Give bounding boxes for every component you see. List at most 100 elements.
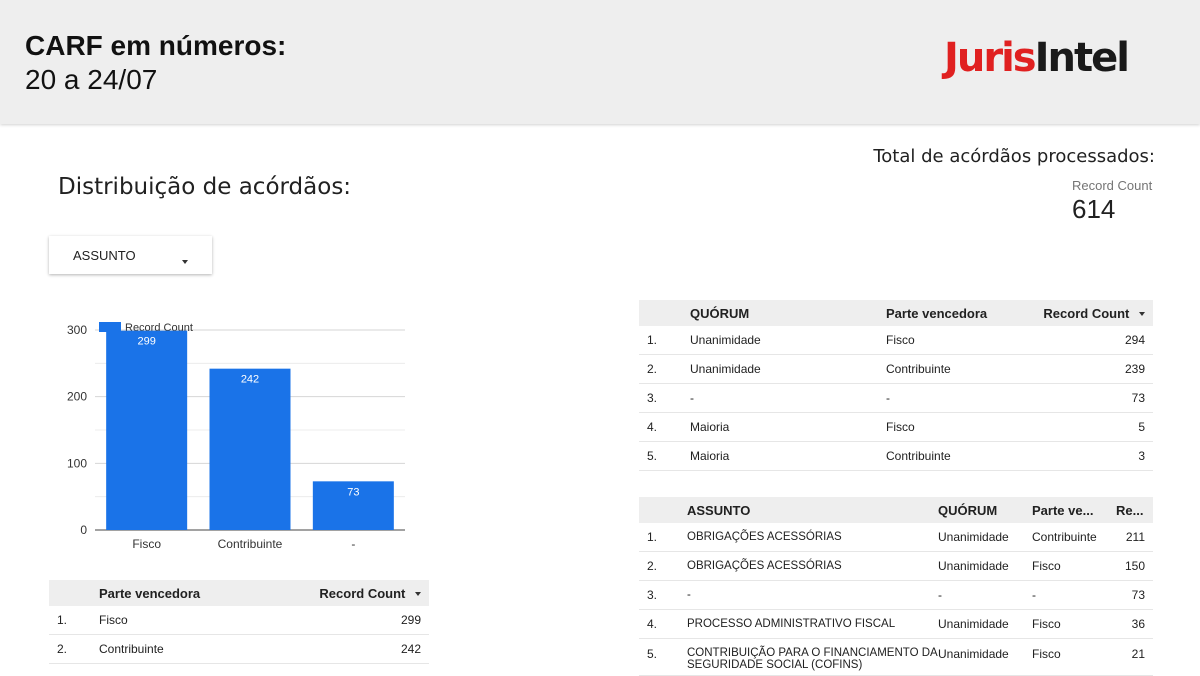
parte-vencedora-table: Parte vencedora Record Count 1. Fisco 29…: [49, 580, 429, 664]
row-assunto: OBRIGAÇÕES ACESSÓRIAS: [687, 523, 938, 552]
row-assunto: CONTRIBUIÇÃO PARA O FINANCIAMENTO DA SEG…: [687, 638, 938, 676]
row-quorum: Unanimidade: [690, 354, 886, 384]
scorecard-value: 614: [1072, 194, 1116, 224]
assunto-table: ASSUNTO QUÓRUM Parte ve... Re... 1. OBRI…: [639, 497, 1153, 676]
row-count: 299: [289, 606, 429, 635]
header-quorum[interactable]: QUÓRUM: [690, 300, 886, 326]
row-parte: Fisco: [1032, 638, 1116, 676]
row-quorum: Unanimidade: [938, 523, 1032, 552]
row-index: 5.: [639, 441, 690, 471]
table-header-row: QUÓRUM Parte vencedora Record Count: [639, 300, 1153, 326]
row-parte: -: [1032, 580, 1116, 610]
header-quorum[interactable]: QUÓRUM: [938, 497, 1032, 523]
row-index: 2.: [639, 551, 687, 581]
table-row[interactable]: 3. - - 73: [639, 383, 1153, 413]
y-tick-label: 300: [67, 323, 87, 337]
row-index: 2.: [49, 634, 99, 664]
row-count: 294: [1036, 326, 1153, 355]
dropdown-caret-icon: [182, 253, 188, 271]
row-parte: Fisco: [99, 606, 289, 635]
row-count: 239: [1036, 354, 1153, 384]
row-index: 3.: [639, 383, 690, 413]
table-row[interactable]: 1. Fisco 299: [49, 606, 429, 635]
row-count: 211: [1116, 523, 1153, 552]
row-count: 21: [1116, 638, 1153, 676]
assunto-dropdown[interactable]: ASSUNTO: [49, 236, 212, 274]
row-quorum: Unanimidade: [938, 638, 1032, 676]
header-index: [49, 580, 99, 606]
row-count: 73: [1036, 383, 1153, 413]
row-parte: Fisco: [1032, 551, 1116, 581]
row-parte: Fisco: [886, 412, 1036, 442]
table-row[interactable]: 1. Unanimidade Fisco 294: [639, 326, 1153, 355]
bar: [106, 330, 188, 530]
header-index: [639, 300, 690, 326]
row-count: 3: [1036, 441, 1153, 471]
header-parte-vencedora[interactable]: Parte ve...: [1032, 497, 1116, 523]
header-index: [639, 497, 687, 523]
y-tick-label: 0: [80, 523, 87, 537]
row-count: 5: [1036, 412, 1153, 442]
y-tick-label: 200: [67, 390, 87, 404]
row-count: 150: [1116, 551, 1153, 581]
header-record-count-label: Record Count: [319, 585, 406, 601]
row-index: 1.: [49, 606, 99, 635]
bar-data-label: 299: [137, 336, 155, 348]
bar-data-label: 242: [241, 374, 259, 386]
header-parte-vencedora[interactable]: Parte vencedora: [886, 300, 1036, 326]
table-row[interactable]: 2. OBRIGAÇÕES ACESSÓRIAS Unanimidade Fis…: [639, 551, 1153, 581]
row-count: 242: [289, 634, 429, 664]
table-row[interactable]: 1. OBRIGAÇÕES ACESSÓRIAS Unanimidade Con…: [639, 523, 1153, 552]
dropdown-label: ASSUNTO: [73, 248, 136, 263]
row-index: 2.: [639, 354, 690, 384]
bar: [209, 368, 291, 530]
table-row[interactable]: 2. Contribuinte 242: [49, 634, 429, 664]
row-parte: Contribuinte: [99, 634, 289, 664]
table-row[interactable]: 2. Unanimidade Contribuinte 239: [639, 354, 1153, 384]
table-header-row: ASSUNTO QUÓRUM Parte ve... Re...: [639, 497, 1153, 523]
row-assunto: PROCESSO ADMINISTRATIVO FISCAL: [687, 609, 938, 639]
row-count: 36: [1116, 609, 1153, 639]
row-quorum: Unanimidade: [938, 551, 1032, 581]
header-bar: CARF em números: 20 a 24/07 JurisIntel: [0, 0, 1200, 124]
row-index: 1.: [639, 523, 687, 552]
header-assunto[interactable]: ASSUNTO: [687, 497, 938, 523]
bar-data-label: 73: [347, 486, 359, 498]
sort-desc-icon: [1139, 306, 1145, 321]
logo-part-juris: Juris: [944, 35, 1037, 81]
row-quorum: -: [690, 383, 886, 413]
row-assunto: -: [687, 580, 938, 610]
table-row[interactable]: 4. Maioria Fisco 5: [639, 412, 1153, 442]
row-parte: Fisco: [1032, 609, 1116, 639]
table-row[interactable]: 5. Maioria Contribuinte 3: [639, 441, 1153, 471]
header-record-count[interactable]: Record Count: [1036, 300, 1153, 326]
table-row[interactable]: 3. - - - 73: [639, 580, 1153, 610]
row-index: 5.: [639, 638, 687, 676]
row-parte: -: [886, 383, 1036, 413]
sort-desc-icon: [415, 586, 421, 601]
quorum-table: QUÓRUM Parte vencedora Record Count 1. U…: [639, 300, 1153, 471]
row-index: 3.: [639, 580, 687, 610]
row-parte: Contribuinte: [1032, 523, 1116, 552]
jurisintel-logo: JurisIntel: [944, 30, 1130, 86]
row-parte: Contribuinte: [886, 441, 1036, 471]
row-quorum: -: [938, 580, 1032, 610]
row-quorum: Maioria: [690, 441, 886, 471]
legend-swatch: [99, 322, 121, 332]
row-count: 73: [1116, 580, 1153, 610]
row-index: 1.: [639, 326, 690, 355]
y-tick-label: 100: [67, 456, 87, 470]
header-record-count[interactable]: Re...: [1116, 497, 1153, 523]
table-header-row: Parte vencedora Record Count: [49, 580, 429, 606]
page-title: CARF em números:: [25, 30, 287, 61]
header-record-count[interactable]: Record Count: [289, 580, 429, 606]
table-row[interactable]: 5. CONTRIBUIÇÃO PARA O FINANCIAMENTO DA …: [639, 638, 1153, 676]
row-parte: Contribuinte: [886, 354, 1036, 384]
table-row[interactable]: 4. PROCESSO ADMINISTRATIVO FISCAL Unanim…: [639, 609, 1153, 639]
header-record-count-label: Record Count: [1043, 305, 1130, 321]
row-index: 4.: [639, 609, 687, 639]
page-subtitle: 20 a 24/07: [25, 64, 158, 95]
header-parte-vencedora[interactable]: Parte vencedora: [99, 580, 289, 606]
logo-part-intel: Intel: [1034, 35, 1130, 81]
x-tick-label: -: [351, 537, 355, 551]
